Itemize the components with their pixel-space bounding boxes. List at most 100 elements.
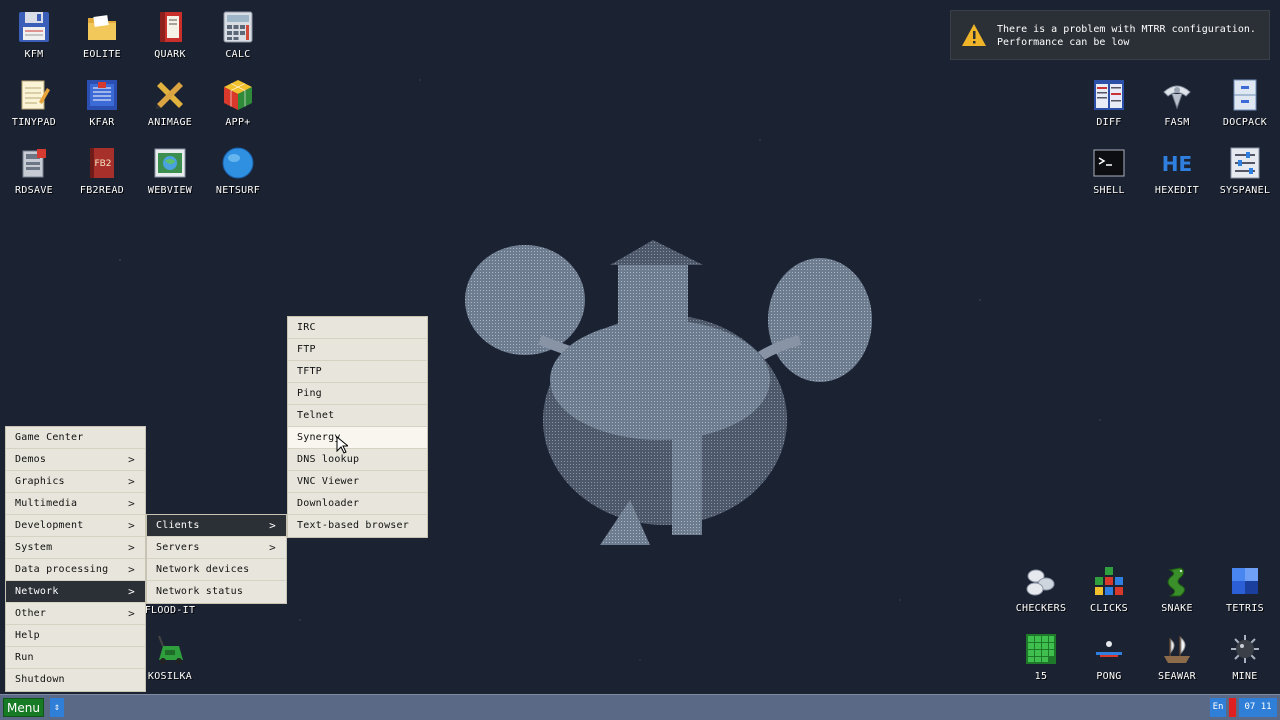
menu-item-dns-lookup[interactable]: DNS lookup bbox=[288, 449, 427, 471]
menu-item-run[interactable]: Run bbox=[6, 647, 145, 669]
menu-item-label: Telnet bbox=[297, 410, 335, 421]
desktop-icon-tetris[interactable]: TETRIS bbox=[1211, 564, 1279, 630]
desktop-icon-kfar[interactable]: KFAR bbox=[68, 78, 136, 144]
svg-text:HE: HE bbox=[1162, 152, 1192, 176]
book-icon bbox=[160, 12, 182, 42]
desktop-icon-diff[interactable]: DIFF bbox=[1075, 78, 1143, 144]
menu-item-data-processing[interactable]: Data processing > bbox=[6, 559, 145, 581]
desktop-icon-label: FLOOD-IT bbox=[144, 605, 196, 616]
menu-item-text-based-browser[interactable]: Text-based browser bbox=[288, 515, 427, 537]
desktop-icon-kosilka[interactable]: KOSILKA bbox=[136, 632, 204, 698]
submenu-arrow-icon: > bbox=[128, 585, 135, 598]
menu-item-clients[interactable]: Clients > bbox=[147, 515, 286, 537]
menu-item-tftp[interactable]: TFTP bbox=[288, 361, 427, 383]
menu-item-irc[interactable]: IRC bbox=[288, 317, 427, 339]
notification-line-1: There is a problem with MTRR configurati… bbox=[997, 24, 1256, 35]
cabinet-icon bbox=[1233, 79, 1257, 111]
submenu-arrow-icon: > bbox=[128, 519, 135, 532]
desktop-icon-syspanel[interactable]: SYSPANEL bbox=[1211, 146, 1279, 212]
desktop-icon-15[interactable]: 15 bbox=[1007, 632, 1075, 698]
menu-item-label: Ping bbox=[297, 388, 322, 399]
desktop-icon-label: 15 bbox=[1034, 671, 1048, 682]
desktop-icon-label: CLICKS bbox=[1090, 603, 1128, 614]
desktop-icon-snake[interactable]: SNAKE bbox=[1143, 564, 1211, 630]
desktop-icon-mine[interactable]: MINE bbox=[1211, 632, 1279, 698]
menu-item-network[interactable]: Network > bbox=[6, 581, 145, 603]
menu-item-label: TFTP bbox=[297, 366, 322, 377]
swap-windows-button[interactable]: ⇕ bbox=[50, 698, 64, 717]
desktop-icon-label: EOLITE bbox=[83, 49, 121, 60]
desktop-icon-label: SEAWAR bbox=[1158, 671, 1196, 682]
clients-submenu: IRC FTP TFTP Ping Telnet Synergy DNS loo… bbox=[287, 316, 428, 538]
desktop-icon-app-plus[interactable]: APP+ bbox=[204, 78, 272, 144]
menu-item-synergy[interactable]: Synergy bbox=[288, 427, 427, 449]
menu-item-other[interactable]: Other > bbox=[6, 603, 145, 625]
menu-item-shutdown[interactable]: Shutdown bbox=[6, 669, 145, 691]
desktop-icon-label: DOCPACK bbox=[1222, 117, 1268, 128]
desktop-icon-quark[interactable]: QUARK bbox=[136, 10, 204, 76]
menu-item-multimedia[interactable]: Multimedia > bbox=[6, 493, 145, 515]
notification-text: There is a problem with MTRR configurati… bbox=[997, 23, 1256, 49]
menu-item-telnet[interactable]: Telnet bbox=[288, 405, 427, 427]
submenu-arrow-icon: > bbox=[128, 541, 135, 554]
desktop-icon-label: PONG bbox=[1096, 671, 1122, 682]
webview-icon bbox=[154, 148, 186, 178]
desktop-icon-shell[interactable]: SHELL bbox=[1075, 146, 1143, 212]
menu-item-ping[interactable]: Ping bbox=[288, 383, 427, 405]
desktop-icon-hexedit[interactable]: HE HEXEDIT bbox=[1143, 146, 1211, 212]
start-menu-button[interactable]: Menu bbox=[3, 698, 44, 717]
submenu-arrow-icon: > bbox=[269, 519, 276, 532]
desktop-icon-pong[interactable]: PONG bbox=[1075, 632, 1143, 698]
wallpaper-planet-illustration bbox=[465, 240, 872, 545]
red-indicator[interactable] bbox=[1229, 698, 1236, 717]
clock[interactable]: 07 11 bbox=[1239, 698, 1277, 717]
desktop-icon-animage[interactable]: ANIMAGE bbox=[136, 78, 204, 144]
menu-item-development[interactable]: Development > bbox=[6, 515, 145, 537]
menu-item-network-status[interactable]: Network status bbox=[147, 581, 286, 603]
desktop-icon-clicks[interactable]: CLICKS bbox=[1075, 564, 1143, 630]
desktop-icon-seawar[interactable]: SEAWAR bbox=[1143, 632, 1211, 698]
menu-item-demos[interactable]: Demos > bbox=[6, 449, 145, 471]
desktop-icon-kfm[interactable]: KFM bbox=[0, 10, 68, 76]
menu-item-ftp[interactable]: FTP bbox=[288, 339, 427, 361]
submenu-arrow-icon: > bbox=[128, 497, 135, 510]
desktop-icon-docpack[interactable]: DOCPACK bbox=[1211, 78, 1279, 144]
menu-item-help[interactable]: Help bbox=[6, 625, 145, 647]
desktop-icon-tinypad[interactable]: TINYPAD bbox=[0, 78, 68, 144]
desktop-icon-netsurf[interactable]: NETSURF bbox=[204, 146, 272, 212]
sliders-icon bbox=[1230, 147, 1260, 179]
lawnmower-icon bbox=[158, 635, 183, 664]
menu-item-vnc-viewer[interactable]: VNC Viewer bbox=[288, 471, 427, 493]
desktop-icon-label: CALC bbox=[225, 49, 251, 60]
desktop-icon-calc[interactable]: CALC bbox=[204, 10, 272, 76]
desktop-icon-eolite[interactable]: EOLITE bbox=[68, 10, 136, 76]
menu-item-servers[interactable]: Servers > bbox=[147, 537, 286, 559]
submenu-arrow-icon: > bbox=[128, 475, 135, 488]
menu-item-game-center[interactable]: Game Center bbox=[6, 427, 145, 449]
keyboard-layout-indicator[interactable]: En bbox=[1210, 698, 1226, 717]
menu-item-network-devices[interactable]: Network devices bbox=[147, 559, 286, 581]
desktop-icon-webview[interactable]: WEBVIEW bbox=[136, 146, 204, 212]
tetris-icon bbox=[1232, 568, 1258, 594]
desktop-icon-label: FASM bbox=[1164, 117, 1190, 128]
mtrr-warning-notification[interactable]: There is a problem with MTRR configurati… bbox=[950, 10, 1270, 60]
desktop-icon-label: QUARK bbox=[154, 49, 186, 60]
notification-line-2: Performance can be low bbox=[997, 37, 1130, 48]
desktop-icon-checkers[interactable]: CHECKERS bbox=[1007, 564, 1075, 630]
menu-item-label: FTP bbox=[297, 344, 316, 355]
menu-item-downloader[interactable]: Downloader bbox=[288, 493, 427, 515]
desktop-icon-label: TINYPAD bbox=[11, 117, 57, 128]
desktop-icon-rdsave[interactable]: RDSAVE bbox=[0, 146, 68, 212]
submenu-arrow-icon: > bbox=[128, 563, 135, 576]
submenu-arrow-icon: > bbox=[269, 541, 276, 554]
menu-item-label: IRC bbox=[297, 322, 316, 333]
desktop-icon-fasm[interactable]: FASM bbox=[1143, 78, 1211, 144]
menu-item-label: DNS lookup bbox=[297, 454, 360, 465]
desktop-icon-label: DIFF bbox=[1096, 117, 1122, 128]
menu-item-label: Help bbox=[15, 630, 40, 641]
menu-item-graphics[interactable]: Graphics > bbox=[6, 471, 145, 493]
desktop-icon-fb2read[interactable]: FB2 FB2READ bbox=[68, 146, 136, 212]
menu-item-system[interactable]: System > bbox=[6, 537, 145, 559]
menu-item-label: VNC Viewer bbox=[297, 476, 360, 487]
main-menu: Game Center Demos > Graphics > Multimedia >… bbox=[5, 426, 146, 692]
